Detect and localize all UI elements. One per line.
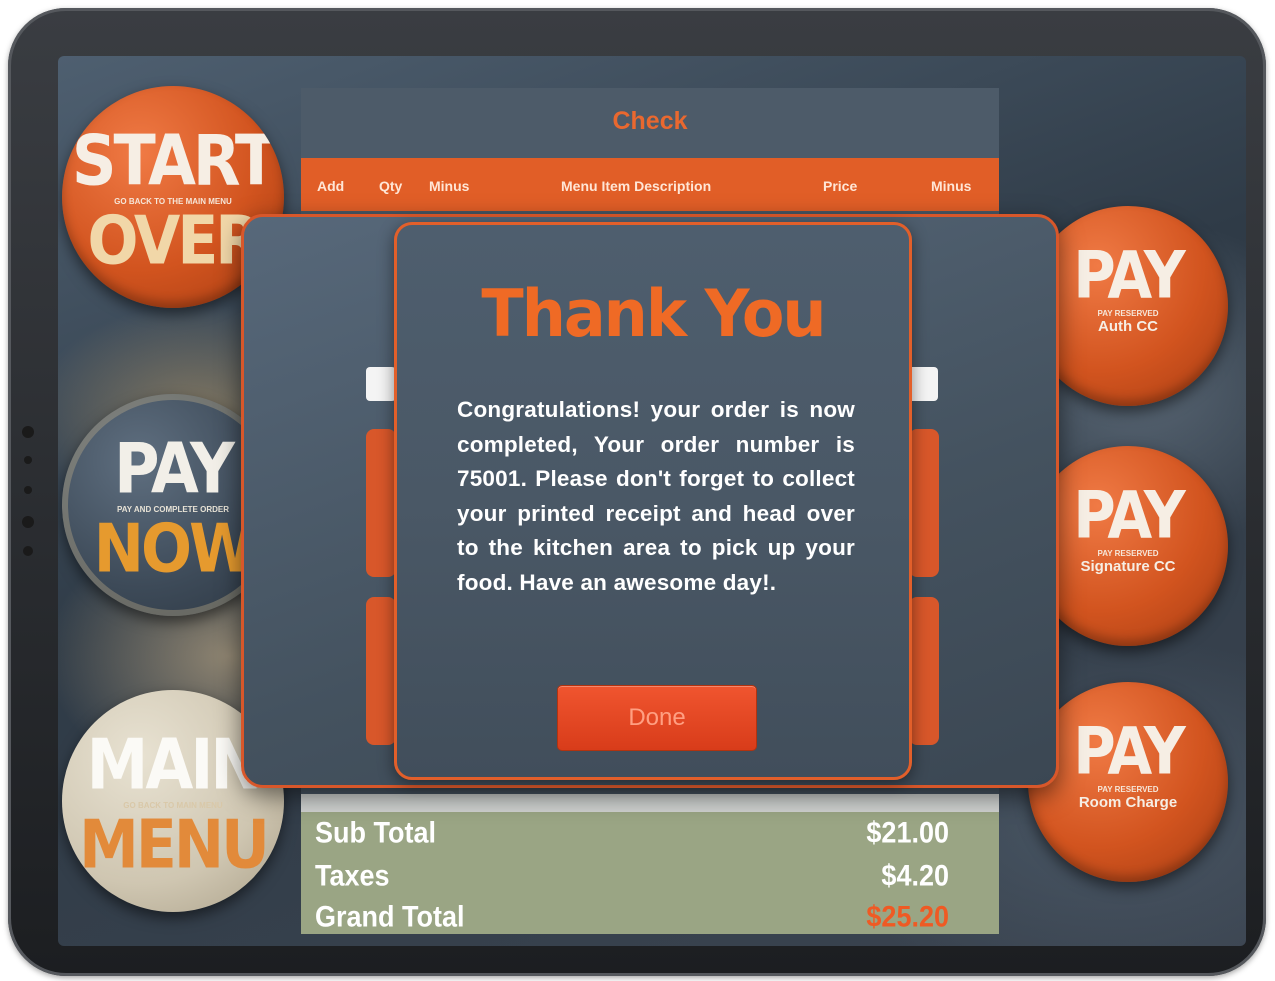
camera-dot	[22, 516, 34, 528]
sub-total-label: Sub Total	[315, 816, 436, 850]
hidden-option-left-2	[366, 597, 396, 745]
sub-total-value: $21.00	[866, 816, 949, 850]
taxes-label: Taxes	[315, 859, 390, 893]
taxes-row: Taxes $4.20	[315, 860, 985, 893]
column-minus-right: Minus	[931, 178, 972, 194]
sub-total-row: Sub Total $21.00	[315, 817, 985, 850]
taxes-value: $4.20	[881, 859, 949, 893]
pay-room-charge-label: Room Charge	[1078, 793, 1178, 811]
column-price: Price	[823, 178, 858, 194]
tablet-frame: Check Add Qty Minus Menu Item Descriptio…	[8, 8, 1266, 976]
check-title: Check	[301, 88, 999, 158]
check-header-row: Add Qty Minus Menu Item Description Pric…	[301, 158, 999, 211]
sensor-dot	[24, 486, 32, 494]
start-over-top-text: START	[71, 119, 277, 202]
totals-divider	[301, 794, 999, 812]
hidden-option-right-2	[909, 597, 939, 745]
grand-total-label: Grand Total	[315, 900, 465, 934]
done-button[interactable]: Done	[557, 685, 757, 751]
hidden-field-left	[366, 367, 396, 401]
dialog-title: Thank You	[481, 275, 826, 352]
sensor-dot	[24, 456, 32, 464]
grand-total-row: Grand Total $25.20	[315, 901, 985, 934]
hidden-option-right-1	[909, 429, 939, 577]
main-menu-bottom-text: MENU	[79, 805, 270, 884]
sensor-dot	[23, 546, 33, 556]
screen: Check Add Qty Minus Menu Item Descriptio…	[58, 56, 1246, 946]
totals-panel: Sub Total $21.00 Taxes $4.20 Grand Total…	[301, 794, 999, 934]
dialog-message: Congratulations! your order is now compl…	[457, 397, 855, 595]
thank-you-dialog: Thank You Congratulations! your order is…	[394, 222, 912, 780]
column-qty: Qty	[379, 178, 403, 194]
grand-total-value: $25.20	[866, 900, 949, 934]
column-add: Add	[317, 178, 345, 194]
hidden-option-left-1	[366, 429, 396, 577]
column-minus: Minus	[429, 178, 470, 194]
column-description: Menu Item Description	[561, 178, 712, 194]
camera-dot	[22, 426, 34, 438]
